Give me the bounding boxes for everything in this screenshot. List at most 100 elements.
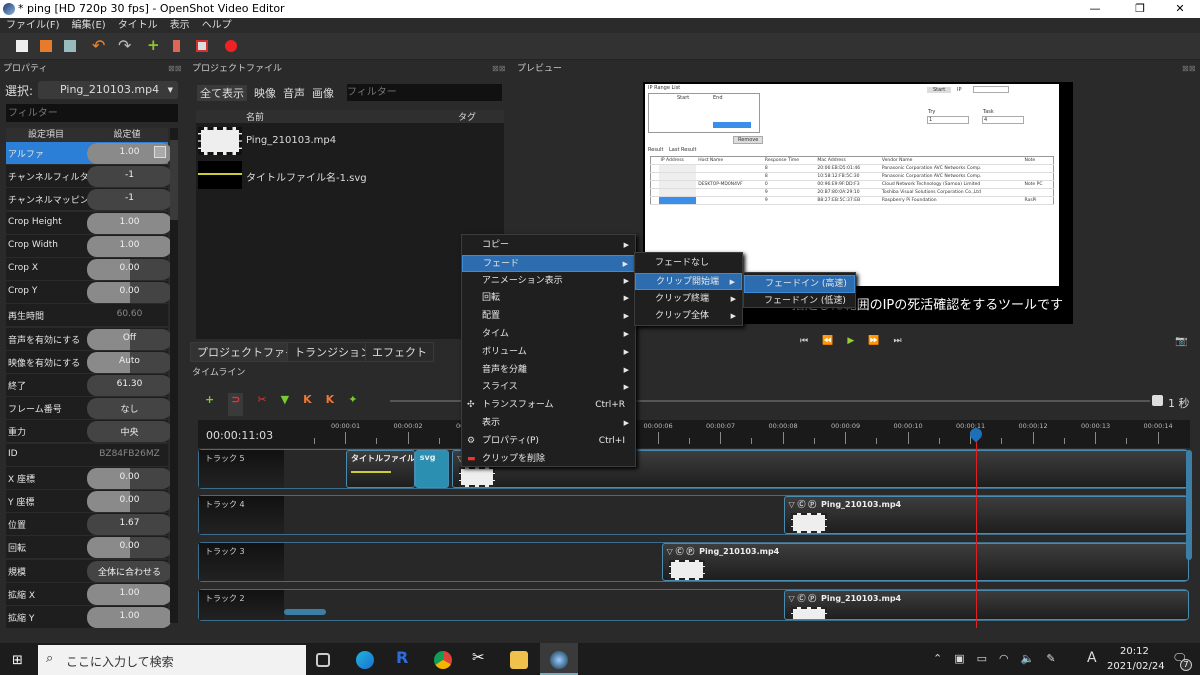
wifi-icon[interactable]: ◠ xyxy=(999,652,1009,665)
property-row[interactable]: Crop X 0.00 xyxy=(6,258,172,281)
property-value-slider[interactable]: -1 xyxy=(87,166,172,188)
menu-item[interactable]: ▬ クリップを削除 xyxy=(462,451,635,469)
clock-date[interactable]: 2021/02/24 xyxy=(1107,661,1165,672)
center-playhead-icon[interactable]: ✦ xyxy=(348,393,357,416)
transition-clip[interactable]: svg xyxy=(414,450,450,488)
add-track-icon[interactable]: + xyxy=(205,393,214,416)
profile-icon[interactable] xyxy=(173,40,180,52)
property-row[interactable]: Crop Width 1.00 xyxy=(6,234,172,258)
property-row[interactable]: ID BZ84FB26MZ xyxy=(6,443,168,467)
filter-all-button[interactable]: 全て表示 xyxy=(197,85,247,101)
video-clip[interactable]: ▽ Ⓒ Ⓟ Ping_210103.mp4 xyxy=(661,543,1189,581)
filter-audio-button[interactable]: 音声 xyxy=(283,85,305,101)
menu-item[interactable]: 配置 ▶ xyxy=(462,308,635,326)
file-explorer-icon[interactable] xyxy=(510,651,528,669)
file-item[interactable]: タイトルファイル名-1.svg xyxy=(196,159,504,191)
menu-item[interactable]: ボリューム ▶ xyxy=(462,344,635,362)
property-row[interactable]: 規模 全体に合わせる xyxy=(6,559,172,583)
chrome-icon[interactable] xyxy=(434,651,452,669)
edge-icon[interactable] xyxy=(356,651,374,669)
fast-forward-icon[interactable]: ⏩ xyxy=(868,336,879,346)
keyframe-curve-icon[interactable] xyxy=(154,146,166,158)
property-value-slider[interactable]: 中央 xyxy=(87,421,172,443)
properties-filter-input[interactable] xyxy=(6,104,178,122)
minimize-button[interactable]: — xyxy=(1075,0,1115,18)
menu-item[interactable]: コピー ▶ xyxy=(462,237,635,255)
menu-item[interactable]: 表示 ▶ xyxy=(462,415,635,433)
menu-item[interactable]: フェード ▶ xyxy=(462,254,635,273)
property-row[interactable]: 映像を有効にする Auto xyxy=(6,350,172,374)
clip-select-dropdown[interactable]: Ping_210103.mp4 ▼ xyxy=(38,81,178,99)
playhead[interactable] xyxy=(976,428,978,628)
property-value-slider[interactable]: 0.00 xyxy=(87,282,172,304)
property-value-slider[interactable]: -1 xyxy=(87,189,172,211)
close-button[interactable]: ✕ xyxy=(1160,0,1200,18)
add-marker-icon[interactable]: ▼ xyxy=(281,393,289,416)
property-row[interactable]: Crop Height 1.00 xyxy=(6,211,172,235)
property-row[interactable]: 音声を有効にする Off xyxy=(6,327,172,351)
export-video-icon[interactable] xyxy=(225,40,237,52)
dock-buttons[interactable]: ⊠⊠ xyxy=(492,64,505,73)
video-clip[interactable]: ▽ Ⓒ Ⓟ Ping_210103.mp4 xyxy=(783,590,1189,620)
undo-icon[interactable]: ↶ xyxy=(92,36,105,55)
clip-menu-icons[interactable]: ▽ Ⓒ Ⓟ xyxy=(789,500,820,509)
rewind-icon[interactable]: ⏪ xyxy=(822,336,833,346)
menu-item[interactable]: フェードイン (高速) xyxy=(744,275,855,293)
taskbar-search-box[interactable]: ⌕ ここに入力して検索 xyxy=(38,645,306,675)
menu-item[interactable]: クリップ全体 ▶ xyxy=(635,308,742,326)
menu-item[interactable]: クリップ終端 ▶ xyxy=(635,291,742,309)
menu-item[interactable]: スライス ▶ xyxy=(462,379,635,397)
property-value-slider[interactable]: 1.00 xyxy=(87,143,172,164)
menu-file[interactable]: ファイル(F) xyxy=(6,18,60,33)
file-item[interactable]: Ping_210103.mp4 xyxy=(196,125,504,157)
property-row[interactable]: 重力 中央 xyxy=(6,420,172,444)
project-filter-input[interactable] xyxy=(347,84,502,101)
razor-icon[interactable]: ✂ xyxy=(257,393,266,416)
snipping-tool-icon[interactable]: ✂ xyxy=(472,648,490,666)
openshot-taskbar-button[interactable] xyxy=(540,643,578,675)
property-value-slider[interactable]: 1.67 xyxy=(87,514,172,536)
task-view-icon[interactable] xyxy=(316,653,330,667)
meet-now-icon[interactable]: ▣ xyxy=(954,652,964,665)
property-value-slider[interactable]: Off xyxy=(87,328,172,350)
timeline-track[interactable]: トラック 3 ▽ Ⓒ Ⓟ Ping_210103.mp4 xyxy=(198,542,1189,582)
save-project-icon[interactable] xyxy=(64,40,76,52)
open-project-icon[interactable] xyxy=(40,40,52,52)
snapping-icon[interactable]: ⊃ xyxy=(228,393,244,416)
property-value-slider[interactable]: 1.00 xyxy=(87,235,172,257)
property-row[interactable]: Crop Y 0.00 xyxy=(6,281,172,305)
menu-item[interactable]: 回転 ▶ xyxy=(462,290,635,308)
menu-item[interactable]: 音声を分離 ▶ xyxy=(462,362,635,380)
property-row[interactable]: 拡縮 Y 1.00 xyxy=(6,606,172,629)
property-value-slider[interactable]: 全体に合わせる xyxy=(87,560,172,582)
property-row[interactable]: 位置 1.67 xyxy=(6,513,172,537)
property-value-slider[interactable]: 0.00 xyxy=(87,537,172,559)
property-value-slider[interactable]: 1.00 xyxy=(87,607,172,628)
property-value-slider[interactable]: 0.00 xyxy=(87,491,172,512)
fullscreen-icon[interactable] xyxy=(196,40,208,52)
dock-buttons[interactable]: ⊠⊠ xyxy=(168,64,181,73)
properties-scrollbar[interactable] xyxy=(170,128,178,623)
property-value-slider[interactable]: なし xyxy=(87,398,172,420)
property-value-slider[interactable]: 61.30 xyxy=(87,375,172,396)
jump-end-icon[interactable]: ⏭ xyxy=(893,336,901,346)
title-clip[interactable]: タイトルファイル名 xyxy=(346,450,415,488)
property-row[interactable]: 終了 61.30 xyxy=(6,374,172,397)
timeline-track[interactable]: トラック 4 ▽ Ⓒ Ⓟ Ping_210103.mp4 xyxy=(198,495,1189,535)
menu-title[interactable]: タイトル xyxy=(118,18,158,33)
menu-item[interactable]: クリップ開始端 ▶ xyxy=(635,272,742,291)
property-value-slider[interactable]: Auto xyxy=(87,351,172,373)
windows-start-icon[interactable]: ⊞ xyxy=(12,653,23,668)
clock-time[interactable]: 20:12 xyxy=(1120,646,1149,657)
app-r-icon[interactable]: R xyxy=(396,648,414,667)
redo-icon[interactable]: ↷ xyxy=(118,36,131,55)
pen-icon[interactable]: ✎ xyxy=(1046,652,1055,665)
next-marker-icon[interactable]: K xyxy=(326,393,335,416)
clip-menu-icons[interactable]: ▽ Ⓒ Ⓟ xyxy=(667,547,698,556)
track-header[interactable]: トラック 5 xyxy=(199,450,284,488)
video-clip[interactable]: ▽ Ⓒ Ⓟ Ping_210103.mp4 xyxy=(783,496,1189,534)
clip-menu-icons[interactable]: ▽ Ⓒ Ⓟ xyxy=(789,594,820,603)
property-row[interactable]: チャンネルフィルター -1 xyxy=(6,165,172,189)
menu-view[interactable]: 表示 xyxy=(170,18,190,33)
menu-edit[interactable]: 編集(E) xyxy=(72,18,106,33)
